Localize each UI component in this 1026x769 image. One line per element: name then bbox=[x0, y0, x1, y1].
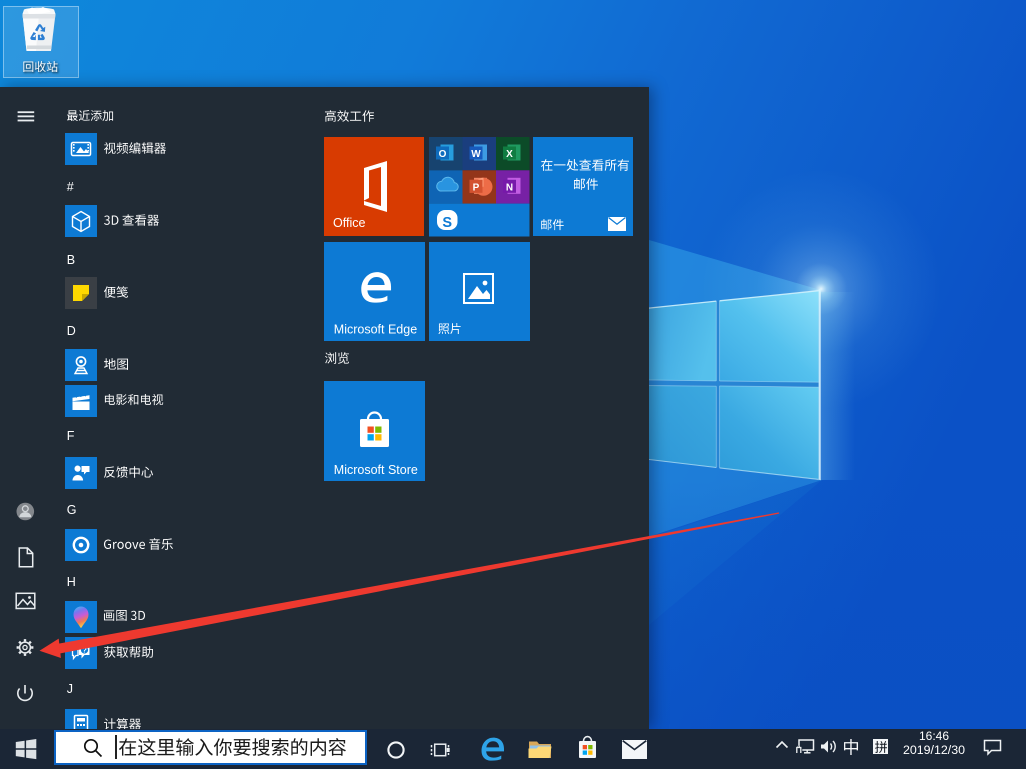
svg-text:O: O bbox=[439, 149, 447, 160]
svg-text:N: N bbox=[506, 183, 513, 194]
svg-text:Microsoft Edge: Microsoft Edge bbox=[334, 322, 417, 336]
svg-text:W: W bbox=[471, 149, 481, 160]
svg-text:P: P bbox=[473, 183, 480, 194]
svg-text:?: ? bbox=[82, 646, 87, 655]
svg-text:Office: Office bbox=[333, 216, 365, 230]
svg-text:X: X bbox=[506, 149, 513, 160]
svg-text:Microsoft Store: Microsoft Store bbox=[334, 462, 418, 476]
svg-text:S: S bbox=[442, 215, 452, 231]
